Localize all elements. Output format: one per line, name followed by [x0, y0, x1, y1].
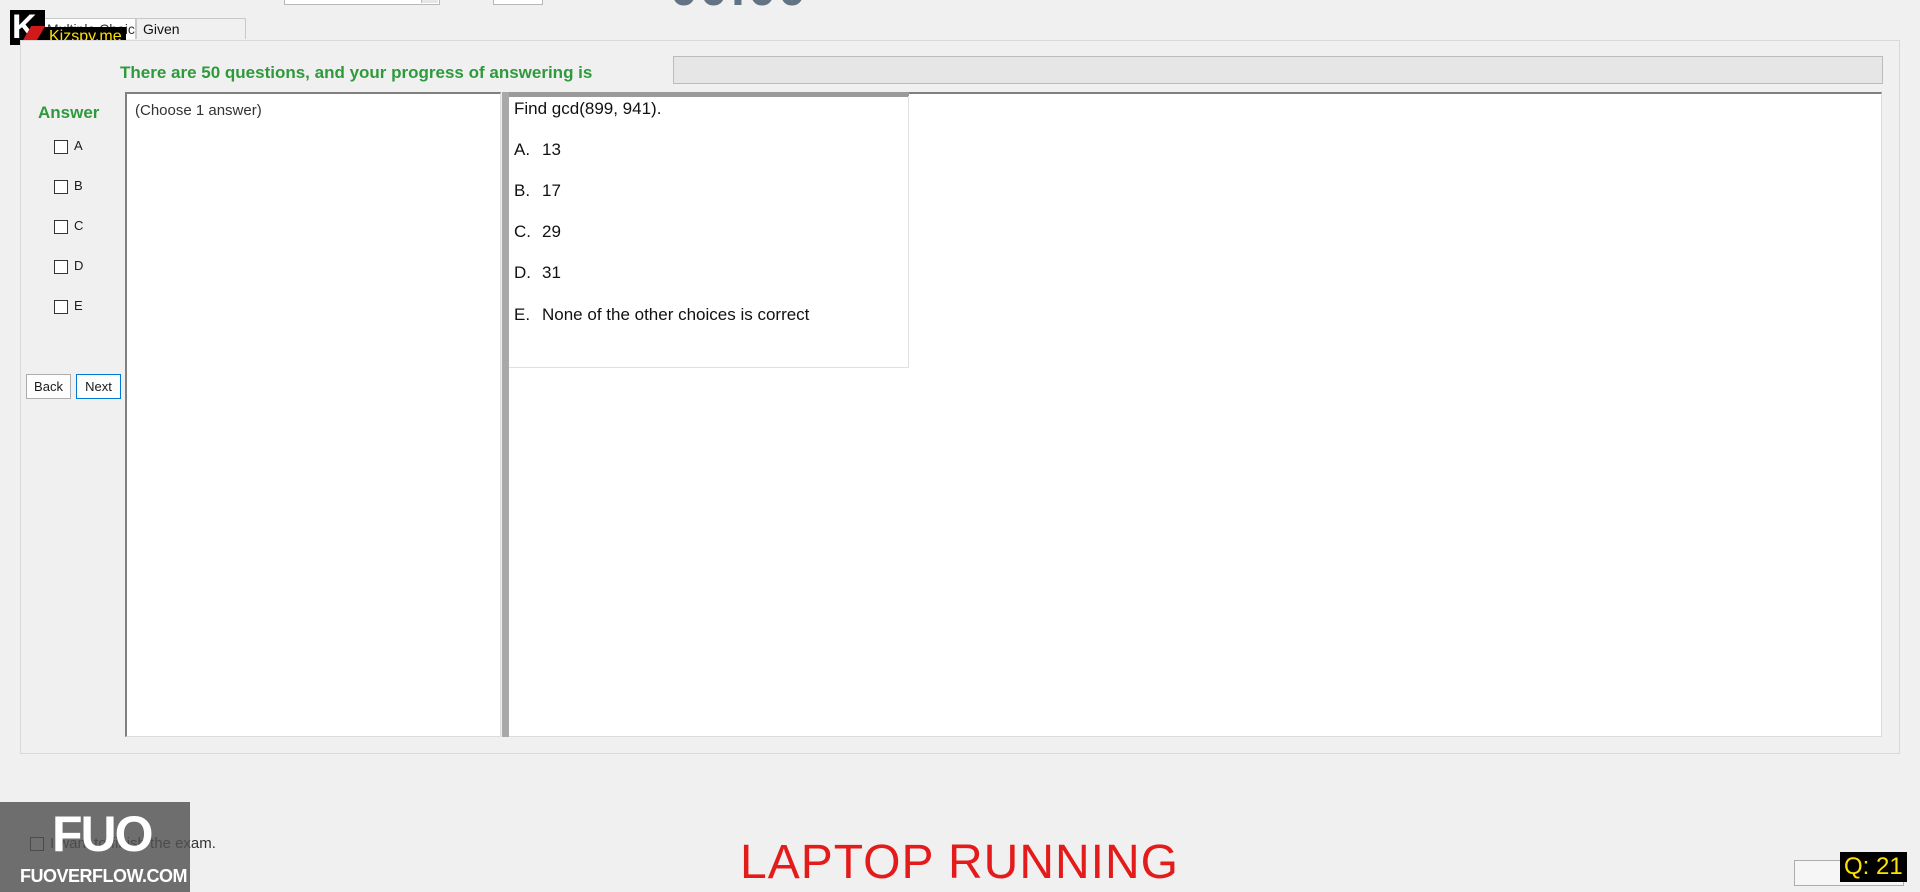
panel-splitter[interactable] [502, 92, 509, 737]
question-counter: Q: 21 [1840, 852, 1907, 882]
choice-text: 17 [542, 181, 561, 200]
question-text: Find gcd(899, 941). [514, 99, 662, 118]
top-small-box[interactable] [493, 0, 543, 5]
choice-d: D. 31 [514, 263, 561, 283]
progress-bar [673, 56, 1883, 84]
choice-e: E. None of the other choices is correct [514, 305, 809, 325]
next-button[interactable]: Next [76, 374, 121, 399]
laptop-running-banner: LAPTOP RUNNING [740, 836, 1179, 889]
choose-answer-hint: (Choose 1 answer) [135, 102, 262, 119]
back-button[interactable]: Back [26, 374, 71, 399]
choice-b: B. 17 [514, 181, 561, 201]
answer-box [125, 92, 501, 737]
choice-letter: A. [514, 140, 531, 159]
choice-letter: E. [514, 305, 531, 324]
answer-option-b[interactable]: B [54, 177, 114, 195]
answer-title: Answer [38, 103, 100, 122]
fuo-logo: FUO [52, 806, 154, 862]
answer-option-a[interactable]: A [54, 137, 114, 155]
tab-given-document[interactable]: Given Document [136, 18, 246, 58]
choice-text: None of the other choices is correct [542, 305, 810, 324]
choice-text: 31 [542, 263, 561, 282]
checkbox-d[interactable] [54, 259, 68, 274]
checkbox-b[interactable] [54, 179, 68, 194]
answer-option-c[interactable]: C [54, 217, 114, 235]
choice-c: C. 29 [514, 222, 561, 242]
option-label: D [74, 258, 84, 273]
answer-option-e[interactable]: E [54, 297, 114, 315]
option-label: B [74, 178, 83, 193]
checkbox-e[interactable] [54, 299, 68, 314]
progress-label: There are 50 questions, and your progres… [120, 63, 593, 82]
option-label: A [74, 138, 83, 153]
fuo-site: FUOVERFLOW.COM [20, 866, 188, 886]
checkbox-c[interactable] [54, 219, 68, 234]
choice-text: 13 [542, 140, 561, 159]
exam-timer: 00:00 [670, 0, 808, 13]
choice-a: A. 13 [514, 140, 561, 160]
choice-letter: B. [514, 181, 531, 200]
question-card [509, 96, 909, 368]
top-combo-box[interactable] [284, 0, 440, 5]
choice-letter: D. [514, 263, 531, 282]
choice-letter: C. [514, 222, 531, 241]
answer-option-d[interactable]: D [54, 257, 114, 275]
option-label: C [74, 218, 84, 233]
option-label: E [74, 298, 83, 313]
choice-text: 29 [542, 222, 561, 241]
combo-dropdown-button[interactable] [421, 0, 438, 3]
checkbox-a[interactable] [54, 139, 68, 154]
